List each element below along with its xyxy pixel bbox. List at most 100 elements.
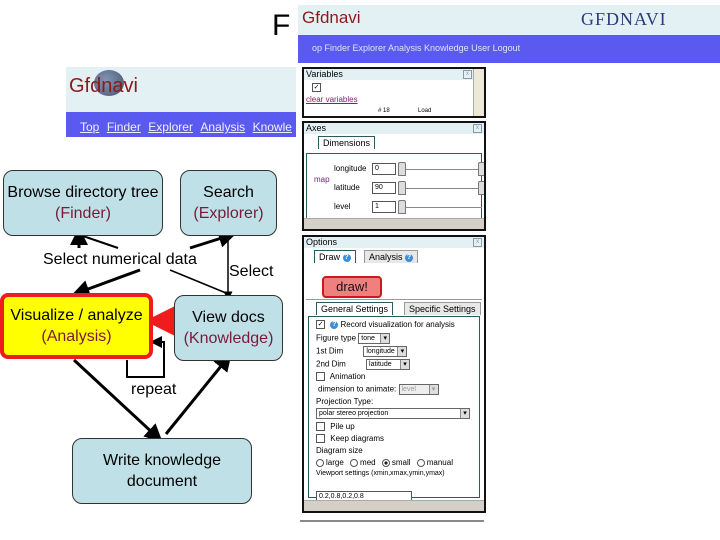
options-title-bar: Options x xyxy=(304,237,484,248)
node-explorer-label: Search xyxy=(203,184,254,201)
first-dim-label: 1st Dim xyxy=(316,346,344,356)
diagram-size-manual-label: manual xyxy=(426,458,453,467)
close-icon[interactable]: x xyxy=(473,238,482,247)
clear-variables-link[interactable]: clear variables xyxy=(306,95,358,104)
record-visualization-row: ✓ ? Record visualization for analysis xyxy=(316,320,455,330)
gfdnavi-header-screenshot: Gfdnavi GFDNAVI op Finder Explorer Analy… xyxy=(298,5,720,63)
first-dim-select[interactable]: longitude xyxy=(363,346,408,357)
node-write: Write knowledge document xyxy=(72,438,252,504)
group-label-map: map xyxy=(314,175,330,184)
slider-thumb[interactable] xyxy=(398,181,406,195)
viewport-label: Viewport settings (xmin,xmax,ymin,ymax) xyxy=(316,470,445,477)
projection-row: polar stereo projection xyxy=(316,408,470,419)
slider-thumb[interactable] xyxy=(478,162,484,176)
variables-count-button[interactable]: # 18 xyxy=(378,108,390,114)
tab-analysis-label: Analysis xyxy=(369,252,403,262)
diagram-size-med-label: med xyxy=(360,458,376,467)
help-icon[interactable]: ? xyxy=(330,320,339,329)
record-visualization-label: Record visualization for analysis xyxy=(340,320,455,329)
figure-type-row: Figure type tone xyxy=(316,333,391,344)
divider xyxy=(306,299,482,300)
node-knowledge-label: View docs xyxy=(192,309,265,326)
dim-label-longitude: longitude xyxy=(334,164,367,173)
second-dim-select[interactable]: latitude xyxy=(366,359,411,370)
node-write-sub: document xyxy=(126,473,198,490)
record-visualization-checkbox[interactable]: ✓ xyxy=(316,320,325,330)
node-write-label: Write knowledge xyxy=(103,452,221,469)
animation-checkbox[interactable] xyxy=(316,372,325,382)
animate-dim-row: dimension to animate: level xyxy=(318,384,439,395)
projection-select[interactable]: polar stereo projection xyxy=(316,408,470,419)
dim-slider-level[interactable] xyxy=(400,207,482,208)
edge-label-select: Select xyxy=(229,263,274,280)
dim-input-level[interactable]: 1 xyxy=(372,201,396,213)
options-hscrollbar[interactable] xyxy=(304,500,484,511)
tab-draw-label: Draw xyxy=(319,252,341,262)
second-dim-row: 2nd Dim latitude xyxy=(316,359,411,370)
axes-hscrollbar[interactable] xyxy=(304,218,484,229)
gfdnavi-logo: Gfdnavi xyxy=(302,8,361,27)
node-analysis: Visualize / analyze (Analysis) xyxy=(0,293,153,359)
diagram-size-small-label: small xyxy=(391,458,411,467)
variable-row: ✓ xyxy=(312,83,324,93)
dim-slider-latitude[interactable] xyxy=(400,188,482,189)
node-finder-label: Browse directory tree xyxy=(7,184,159,201)
pile-up-row: Pile up xyxy=(316,422,355,432)
options-title: Options xyxy=(306,237,338,247)
help-icon[interactable]: ? xyxy=(342,253,351,262)
arrow-select-to-finder xyxy=(79,234,119,249)
animate-dim-label: dimension to animate: xyxy=(318,384,397,394)
diagram-size-radio-large[interactable] xyxy=(316,458,324,467)
keep-diagrams-row: Keep diagrams xyxy=(316,434,385,444)
variables-window: Variables x ✓ clear variables # 18 Load xyxy=(302,67,486,118)
variables-title: Variables xyxy=(306,69,343,79)
pile-up-label: Pile up xyxy=(330,422,355,431)
pile-up-checkbox[interactable] xyxy=(316,422,325,432)
header-nav-text: op Finder Explorer Analysis Knowledge Us… xyxy=(312,43,521,53)
node-knowledge-sub: (Knowledge) xyxy=(183,330,274,347)
node-finder: Browse directory tree (Finder) xyxy=(3,170,163,236)
slider-thumb[interactable] xyxy=(398,162,406,176)
tab-draw[interactable]: Draw ? xyxy=(314,250,356,263)
variables-load-button[interactable]: Load xyxy=(418,108,431,114)
draw-button[interactable]: draw! xyxy=(322,276,382,298)
axes-title: Axes xyxy=(306,123,327,133)
diagram-size-label: Diagram size xyxy=(316,446,363,455)
options-window: Options x Draw ? Analysis ? draw! Genera… xyxy=(302,235,486,513)
help-icon[interactable]: ? xyxy=(405,253,414,262)
dim-input-latitude[interactable]: 90 xyxy=(372,182,396,194)
tab-specific-settings[interactable]: Specific Settings xyxy=(404,302,481,315)
dim-label-latitude: latitude xyxy=(334,183,360,192)
divider xyxy=(300,520,484,522)
close-icon[interactable]: x xyxy=(463,70,472,79)
diagram-size-radio-med[interactable] xyxy=(350,458,359,467)
header-nav-bar: op Finder Explorer Analysis Knowledge Us… xyxy=(298,35,720,63)
dim-slider-longitude[interactable] xyxy=(400,169,482,170)
edge-label-repeat: repeat xyxy=(131,381,177,398)
animate-dim-select[interactable]: level xyxy=(398,384,439,395)
first-dim-row: 1st Dim longitude xyxy=(316,346,408,357)
node-finder-sub: (Finder) xyxy=(54,205,111,222)
keep-diagrams-checkbox[interactable] xyxy=(316,434,325,444)
node-analysis-label: Visualize / analyze xyxy=(10,307,143,324)
variable-checkbox[interactable]: ✓ xyxy=(312,83,321,93)
close-icon[interactable]: x xyxy=(473,124,482,133)
tab-general-settings[interactable]: General Settings xyxy=(316,302,394,315)
slider-thumb[interactable] xyxy=(398,200,406,214)
tab-analysis[interactable]: Analysis ? xyxy=(364,250,419,263)
node-knowledge: View docs (Knowledge) xyxy=(174,295,283,361)
tab-dimensions[interactable]: Dimensions xyxy=(318,136,376,149)
axes-window: Axes x Dimensions map longitude 0 latitu… xyxy=(302,121,486,231)
diagram-size-radio-small[interactable] xyxy=(381,458,390,467)
dim-input-longitude[interactable]: 0 xyxy=(372,163,396,175)
variables-scrollbar[interactable] xyxy=(473,69,484,116)
projection-label: Projection Type: xyxy=(316,397,374,406)
node-analysis-sub: (Analysis) xyxy=(41,328,112,345)
keep-diagrams-label: Keep diagrams xyxy=(330,434,385,443)
node-explorer-sub: (Explorer) xyxy=(193,205,264,222)
second-dim-label: 2nd Dim xyxy=(316,359,346,369)
diagram-size-large-label: large xyxy=(326,458,344,467)
slider-thumb[interactable] xyxy=(478,181,484,195)
figure-type-select[interactable]: tone xyxy=(358,333,391,344)
diagram-size-radio-manual[interactable] xyxy=(416,458,425,467)
